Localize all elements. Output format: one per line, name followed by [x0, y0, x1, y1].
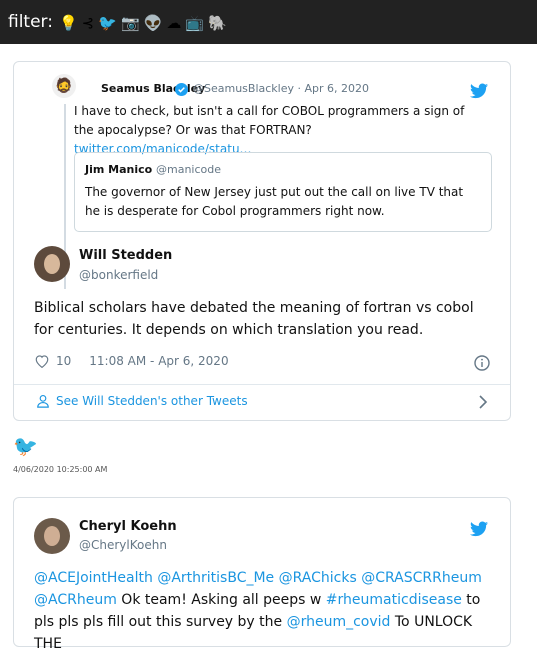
see-more-label: See Will Stedden's other Tweets: [56, 394, 248, 408]
quoted-handle-date[interactable]: @SeamusBlackley · Apr 6, 2020: [193, 82, 369, 95]
filter-bar: filter: 💡 ⊰ 🐦 📷 👽 ☁ 📺 🐘: [0, 0, 537, 44]
tweet-text: @ACEJointHealth @ArthritisBC_Me @RAChick…: [34, 567, 494, 655]
person-icon: [37, 395, 49, 408]
twitter-bird-icon[interactable]: [470, 83, 488, 99]
twitter-bird-icon[interactable]: [470, 521, 488, 537]
mention-link[interactable]: @ArthritisBC_Me: [157, 570, 274, 586]
red-bird-icon: 🐦: [13, 434, 38, 458]
mention-link[interactable]: @RAChicks: [279, 570, 357, 586]
mention-link[interactable]: @CRASCRRheum: [361, 570, 482, 586]
post-timestamp: 4/06/2020 10:25:00 AM: [13, 465, 108, 474]
like-count[interactable]: 10: [56, 354, 71, 368]
tweet-text: Biblical scholars have debated the meani…: [34, 300, 474, 338]
cloud-icon[interactable]: ☁: [166, 15, 181, 31]
inner-author-handle: @manicode: [156, 163, 222, 176]
author-name[interactable]: Cheryl Koehn: [79, 519, 177, 534]
lightbulb-icon[interactable]: 💡: [59, 15, 78, 31]
elephant-icon[interactable]: 🐘: [208, 15, 227, 31]
mention-link[interactable]: #rheumaticdisease: [326, 592, 462, 608]
mention-link[interactable]: @ACEJointHealth: [34, 570, 153, 586]
embedded-tweet-card[interactable]: 🧔 Seamus Blackley @SeamusBlackley · Apr …: [13, 61, 511, 421]
info-icon[interactable]: [474, 355, 490, 371]
author-handle[interactable]: @bonkerfield: [79, 268, 158, 282]
author-name[interactable]: Will Stedden: [79, 248, 172, 263]
tweet-time[interactable]: 11:08 AM - Apr 6, 2020: [89, 354, 228, 368]
author-handle[interactable]: @CherylKoehn: [79, 538, 167, 552]
filter-label: filter:: [8, 12, 53, 32]
inner-quoted-tweet[interactable]: Jim Manico @manicode The governor of New…: [74, 152, 492, 232]
avatar[interactable]: [34, 518, 70, 554]
tv-icon[interactable]: 📺: [185, 15, 204, 31]
camera-icon[interactable]: 📷: [121, 15, 140, 31]
chevron-right-icon[interactable]: [478, 395, 488, 409]
filter-icons: 💡 ⊰ 🐦 📷 👽 ☁ 📺 🐘: [59, 13, 231, 32]
avatar[interactable]: [34, 246, 70, 282]
inner-author-name: Jim Manico: [85, 163, 153, 176]
quoted-author-name[interactable]: Seamus Blackley: [101, 82, 205, 95]
verified-badge-icon: [175, 83, 188, 96]
tweet-meta: 10 11:08 AM - Apr 6, 2020: [34, 354, 229, 368]
mention-link[interactable]: @ACRheum: [34, 592, 117, 608]
quoted-tweet-text: I have to check, but isn't a call for CO…: [74, 104, 465, 156]
alien-icon[interactable]: 👽: [144, 15, 163, 31]
mention-link[interactable]: @rheum_covid: [287, 614, 391, 630]
inner-tweet-text: The governor of New Jersey just put out …: [85, 185, 464, 218]
embedded-tweet-card-2[interactable]: Cheryl Koehn @CherylKoehn @ACEJointHealt…: [13, 497, 511, 652]
tweet-text-segment: Ok team! Asking all peeps w: [116, 592, 326, 608]
red-bird-icon[interactable]: 🐦: [98, 15, 117, 31]
see-more-tweets-link[interactable]: See Will Stedden's other Tweets: [36, 394, 248, 408]
heart-icon[interactable]: [34, 354, 50, 368]
divider: [14, 384, 510, 385]
bluesky-fork-icon[interactable]: ⊰: [82, 15, 95, 31]
quoted-avatar[interactable]: 🧔: [52, 74, 76, 98]
